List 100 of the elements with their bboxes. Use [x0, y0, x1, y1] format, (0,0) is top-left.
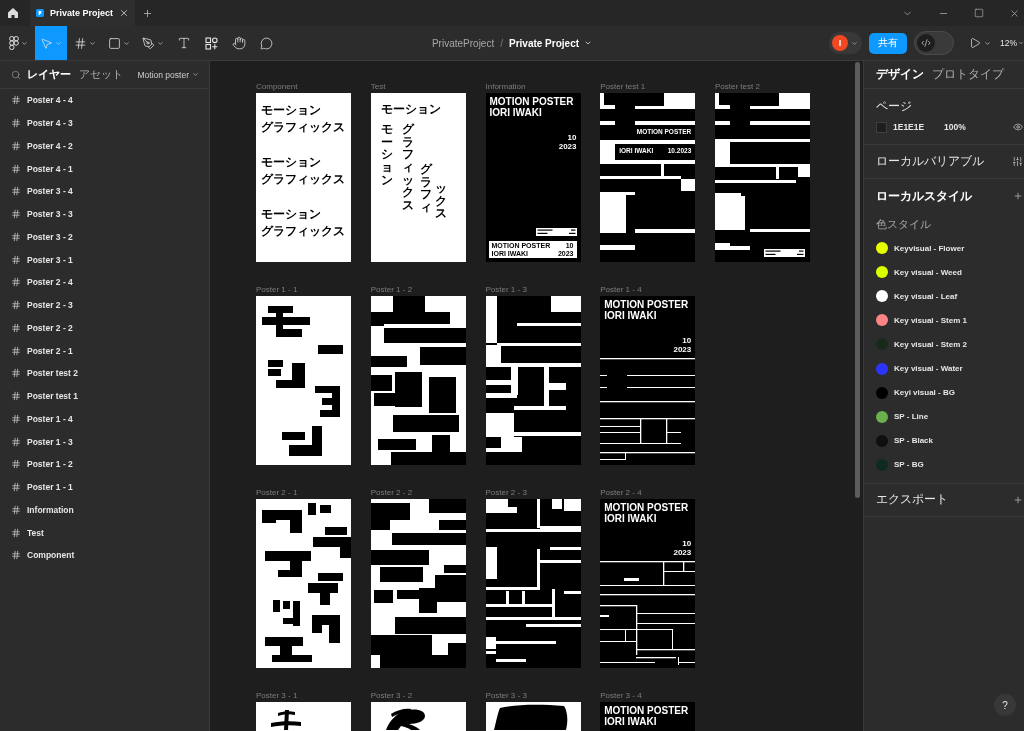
color-style-item[interactable]: SP - Line: [876, 404, 1023, 429]
layer-item[interactable]: Poster test 2: [0, 362, 209, 385]
color-style-item[interactable]: Key visual - Weed: [876, 260, 1023, 285]
section-title: ローカルスタイル: [876, 187, 972, 205]
layer-item[interactable]: Poster test 1: [0, 384, 209, 408]
layer-item[interactable]: Poster 2 - 1: [0, 339, 209, 362]
frame-label[interactable]: Poster 2 - 2: [370, 488, 413, 498]
caret-icon: [157, 39, 164, 47]
color-style-item[interactable]: Key visual - Stem 1: [876, 308, 1023, 333]
hand-icon: [232, 36, 246, 50]
poster-month: 10: [682, 336, 692, 345]
page-selector[interactable]: Motion poster: [137, 69, 199, 80]
eye-icon[interactable]: [1013, 122, 1023, 132]
hash-icon: [11, 527, 21, 538]
frame-label[interactable]: Poster 1 - 1: [256, 285, 298, 295]
frame-label[interactable]: Poster test 1: [600, 82, 646, 92]
close-icon[interactable]: [1009, 7, 1020, 19]
panel-tab[interactable]: レイヤー: [27, 67, 71, 82]
layer-item[interactable]: Information: [0, 498, 209, 522]
caret-icon: [89, 39, 96, 47]
hash-icon: [11, 209, 21, 220]
frame-label[interactable]: Poster 3 - 4: [600, 691, 642, 701]
zoom-button[interactable]: 12%: [1000, 38, 1024, 48]
layer-item[interactable]: Poster 1 - 4: [0, 407, 209, 431]
frame-label[interactable]: Poster 1 - 3: [485, 285, 527, 295]
help-button[interactable]: ?: [994, 694, 1016, 716]
file-name-button[interactable]: Private Project: [509, 37, 593, 49]
file-tab[interactable]: Private Project: [30, 0, 135, 26]
brush-lettering-drawing: [271, 710, 301, 730]
color-style-item[interactable]: Key visual - Stem 2: [876, 332, 1023, 357]
fill-swatch-icon[interactable]: [876, 121, 887, 133]
hash-icon: [11, 436, 21, 447]
search-icon[interactable]: [11, 69, 21, 80]
plus-icon[interactable]: [1013, 191, 1023, 201]
color-style-item[interactable]: Keyvisual - Flower: [876, 236, 1023, 261]
opacity-field[interactable]: 100%: [944, 122, 966, 132]
frame-label[interactable]: Poster test 2: [715, 82, 760, 92]
project-link[interactable]: PrivateProject: [431, 37, 495, 49]
poster-year: 2023: [558, 142, 577, 151]
frame-label[interactable]: Poster 3 - 3: [485, 691, 527, 701]
frame-label[interactable]: Poster 1 - 4: [600, 285, 642, 295]
frame-label[interactable]: Test: [370, 82, 386, 92]
frame-label[interactable]: Poster 3 - 1: [256, 691, 298, 701]
color-style-item[interactable]: SP - Black: [876, 428, 1023, 453]
layer-item[interactable]: Component: [0, 544, 209, 567]
layer-item[interactable]: Poster 2 - 4: [0, 271, 209, 294]
dev-mode-toggle[interactable]: [914, 31, 954, 55]
hash-icon: [11, 140, 21, 151]
pen-icon: [142, 36, 155, 50]
vertical-lettering: モーション: [380, 123, 393, 187]
poster-year: 2023: [673, 345, 692, 354]
layer-item[interactable]: Poster 2 - 3: [0, 293, 209, 317]
layer-item[interactable]: Poster 2 - 2: [0, 316, 209, 340]
layer-item[interactable]: Poster 3 - 1: [0, 248, 209, 271]
panel-tab[interactable]: デザイン: [876, 66, 924, 83]
color-style-item[interactable]: Key visual - Leaf: [876, 284, 1023, 309]
plus-icon[interactable]: [142, 7, 153, 19]
color-style-item[interactable]: Key visual - Water: [876, 356, 1023, 381]
frame-label[interactable]: Poster 3 - 2: [370, 691, 413, 701]
caret-icon: [584, 39, 593, 47]
layer-item[interactable]: Test: [0, 521, 209, 544]
frame-label[interactable]: Poster 2 - 3: [485, 488, 527, 498]
layer-item[interactable]: Poster 4 - 3: [0, 111, 209, 135]
plus-icon[interactable]: [1013, 494, 1023, 505]
scrollbar-thumb[interactable]: [855, 62, 860, 498]
maximize-icon[interactable]: [974, 8, 984, 18]
layer-item[interactable]: Poster 1 - 2: [0, 453, 209, 476]
close-icon[interactable]: [119, 8, 129, 18]
panel-tab[interactable]: アセット: [79, 67, 123, 82]
home-icon[interactable]: [7, 7, 19, 19]
color-style-item[interactable]: SP - BG: [876, 452, 1023, 477]
layer-item[interactable]: Poster 3 - 4: [0, 180, 209, 203]
group-title: 色スタイル: [876, 217, 931, 231]
breadcrumb-separator: /: [500, 37, 503, 49]
fill-hex-field[interactable]: 1E1E1E: [893, 122, 938, 132]
hash-icon: [11, 277, 21, 288]
layer-item[interactable]: Poster 1 - 1: [0, 475, 209, 499]
hash-icon: [74, 36, 87, 50]
color-style-item[interactable]: Keyi visual - BG: [876, 380, 1023, 405]
layer-item[interactable]: Poster 3 - 3: [0, 202, 209, 226]
poster-author: IORI IWAKI: [489, 107, 542, 118]
hash-icon: [11, 482, 21, 493]
frame-label[interactable]: Poster 2 - 4: [600, 488, 642, 498]
play-icon: [969, 37, 981, 49]
frame-label[interactable]: Component: [256, 82, 298, 92]
frame-label[interactable]: Poster 1 - 2: [370, 285, 413, 295]
layer-item[interactable]: Poster 4 - 1: [0, 157, 209, 180]
hash-icon: [11, 322, 21, 333]
caret-icon: [123, 39, 130, 47]
speech-bubble-icon: [260, 36, 273, 50]
panel-tab[interactable]: プロトタイプ: [932, 66, 1004, 83]
sliders-icon[interactable]: [1012, 155, 1023, 167]
layer-item[interactable]: Poster 4 - 2: [0, 134, 209, 158]
account-menu-button[interactable]: I: [829, 32, 862, 54]
frame-label[interactable]: Poster 2 - 1: [256, 488, 298, 498]
frame-label[interactable]: Information: [485, 82, 526, 92]
layer-item[interactable]: Poster 4 - 4: [0, 89, 209, 112]
layer-item[interactable]: Poster 3 - 2: [0, 225, 209, 249]
layer-item[interactable]: Poster 1 - 3: [0, 430, 209, 453]
hash-icon: [11, 163, 21, 174]
